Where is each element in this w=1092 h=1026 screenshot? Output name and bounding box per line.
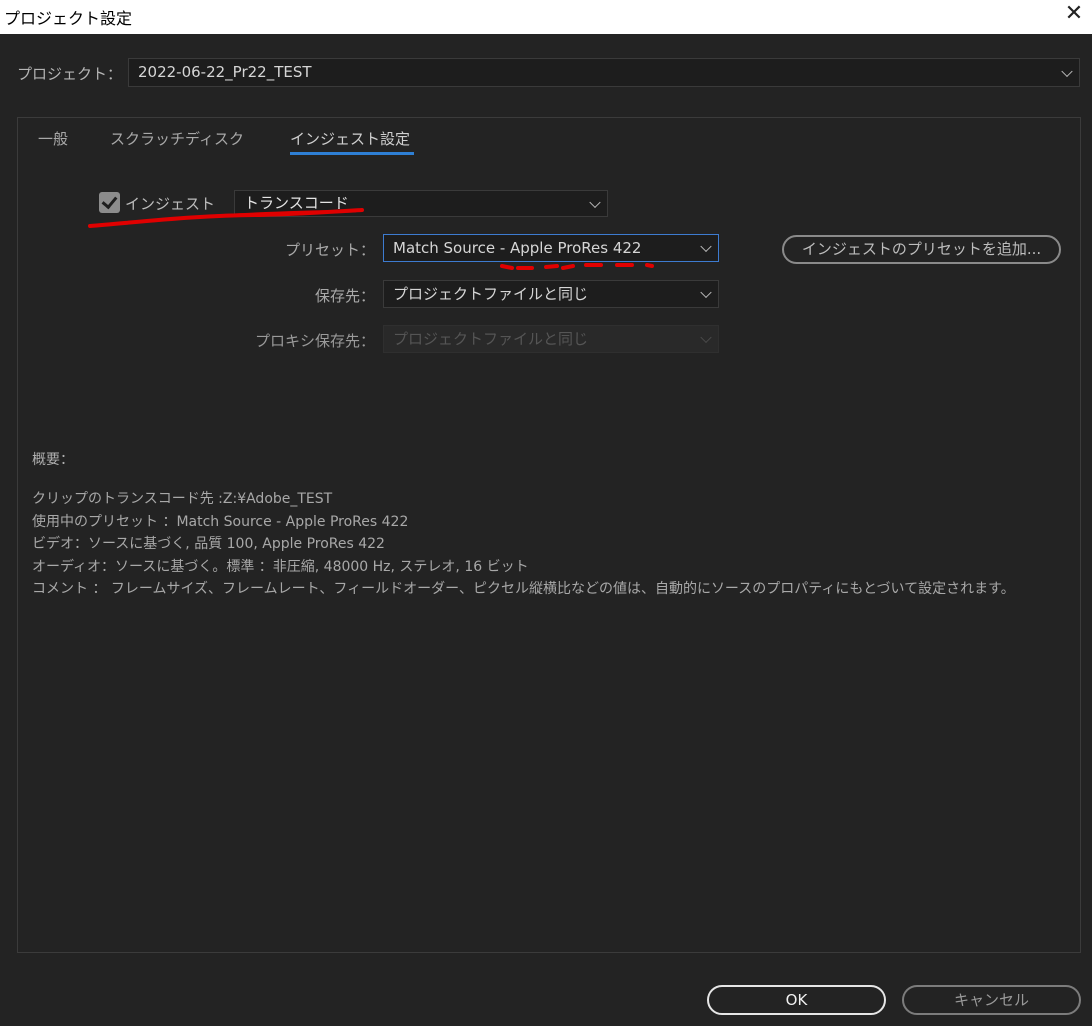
preset-value: Match Source - Apple ProRes 422: [393, 239, 642, 257]
summary-line: 使用中のプリセット ：Match Source - Apple ProRes 4…: [32, 513, 409, 530]
proxy-destination-value: プロジェクトファイルと同じ: [393, 330, 589, 348]
summary-line: オーディオ：ソースに基づく。標準 ：非圧縮, 48000 Hz, ステレオ, 1…: [32, 558, 529, 575]
add-ingest-preset-button[interactable]: インジェストのプリセットを追加...: [782, 235, 1061, 264]
proxy-destination-label: プロキシ保存先：: [254, 332, 375, 350]
preset-label: プリセット：: [284, 241, 375, 259]
chevron-down-icon: [700, 331, 712, 344]
cancel-button[interactable]: キャンセル: [902, 985, 1081, 1015]
tab-general[interactable]: 一般: [38, 128, 68, 149]
destination-value: プロジェクトファイルと同じ: [393, 285, 589, 303]
ingest-checkbox-label: インジェスト: [125, 195, 216, 213]
close-icon[interactable]: ✕: [1062, 2, 1086, 26]
preset-dropdown[interactable]: Match Source - Apple ProRes 422: [383, 234, 719, 262]
summary-line: クリップのトランスコード先 :Z:¥Adobe_TEST: [32, 491, 333, 507]
proxy-destination-dropdown: プロジェクトファイルと同じ: [383, 325, 719, 353]
tab-ingest-settings[interactable]: インジェスト設定: [290, 128, 410, 149]
title-bar: プロジェクト設定 ✕: [0, 0, 1092, 34]
ok-button[interactable]: OK: [707, 985, 886, 1015]
destination-dropdown[interactable]: プロジェクトファイルと同じ: [383, 280, 719, 308]
ingest-checkbox[interactable]: [99, 192, 120, 213]
chevron-down-icon: [700, 240, 712, 253]
summary-title: 概要：: [32, 452, 74, 468]
chevron-down-icon: [589, 196, 601, 208]
project-label: プロジェクト：: [17, 65, 123, 83]
summary-text: クリップのトランスコード先 :Z:¥Adobe_TEST 使用中のプリセット ：…: [32, 488, 1072, 601]
summary-line: ビデオ：ソースに基づく, 品質 100, Apple ProRes 422: [32, 536, 385, 552]
active-tab-indicator: [290, 152, 414, 155]
project-dropdown[interactable]: 2022-06-22_Pr22_TEST: [128, 58, 1080, 87]
ingest-mode-value: トランスコード: [244, 194, 349, 212]
destination-label: 保存先：: [314, 287, 375, 305]
summary-line: コメント ： フレームサイズ、フレームレート、フィールドオーダー、ピクセル縦横比…: [32, 581, 1015, 597]
ingest-mode-dropdown[interactable]: トランスコード: [234, 190, 608, 217]
project-dropdown-value: 2022-06-22_Pr22_TEST: [138, 63, 312, 81]
window-title: プロジェクト設定: [4, 9, 133, 28]
chevron-down-icon: [700, 286, 712, 299]
chevron-down-icon: [1061, 65, 1073, 77]
tab-scratch-disks[interactable]: スクラッチディスク: [110, 128, 244, 149]
